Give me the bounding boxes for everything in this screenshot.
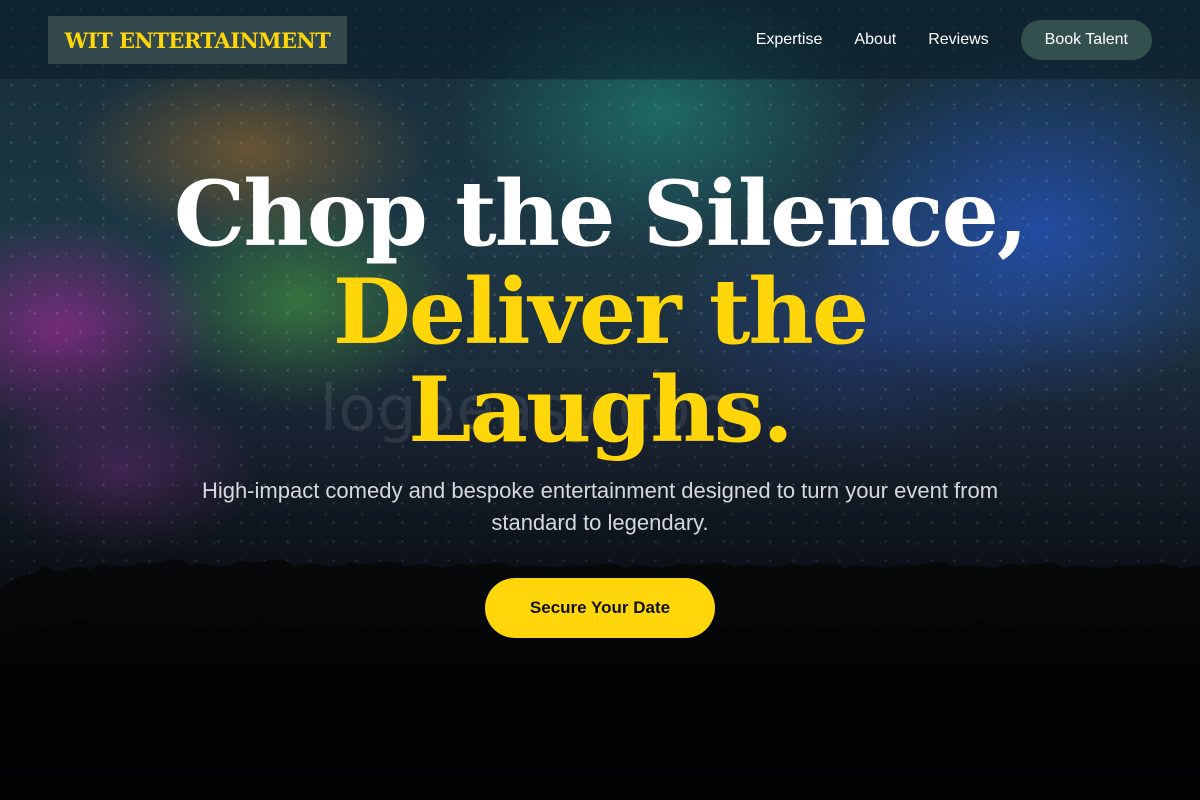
headline-line-3: Laughs. xyxy=(408,357,793,463)
headline-line-2: Deliver the xyxy=(332,259,869,365)
headline-line-1: Chop the Silence, xyxy=(173,161,1028,267)
book-talent-button[interactable]: Book Talent xyxy=(1020,20,1152,60)
nav-link-expertise[interactable]: Expertise xyxy=(756,31,823,49)
hero-subtitle: High-impact comedy and bespoke entertain… xyxy=(201,478,999,535)
nav-link-reviews[interactable]: Reviews xyxy=(928,31,988,49)
secure-date-button[interactable]: Secure Your Date xyxy=(485,578,715,638)
nav-link-about[interactable]: About xyxy=(854,31,896,49)
top-navbar: WIT ENTERTAINMENT Expertise About Review… xyxy=(0,0,1200,80)
hero-headline: Chop the Silence, Deliver the Laughs. xyxy=(0,165,1200,459)
brand-logo[interactable]: WIT ENTERTAINMENT xyxy=(48,16,347,64)
nav-links: Expertise About Reviews Book Talent xyxy=(756,20,1152,60)
